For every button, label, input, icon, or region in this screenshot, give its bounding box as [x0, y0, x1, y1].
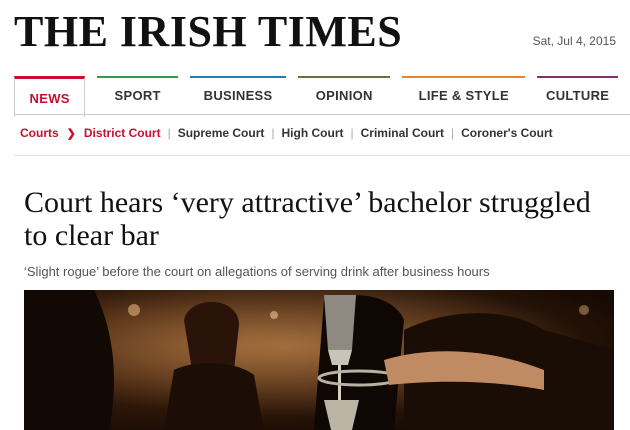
article-headline: Court hears ‘very attractive’ bachelor s… — [24, 186, 591, 252]
article-standfirst: ‘Slight rogue’ before the court on alleg… — [24, 264, 490, 279]
tab-business[interactable]: BUSINESS — [190, 76, 287, 114]
chevron-right-icon: ❯ — [66, 127, 76, 140]
tab-opinion[interactable]: OPINION — [298, 76, 391, 114]
bar-scene-illustration — [24, 290, 614, 430]
site-logo[interactable]: THE IRISH TIMES — [14, 10, 402, 54]
masthead: THE IRISH TIMES — [14, 4, 402, 60]
tab-sport[interactable]: SPORT — [97, 76, 179, 114]
separator: | — [350, 126, 354, 140]
separator: | — [271, 126, 275, 140]
subnav-coroners-court[interactable]: Coroner's Court — [461, 126, 553, 140]
subnav-high-court[interactable]: High Court — [282, 126, 344, 140]
nav-divider — [14, 114, 630, 115]
tab-life-style[interactable]: LIFE & STYLE — [402, 76, 526, 114]
breadcrumb-courts[interactable]: Courts — [20, 126, 59, 140]
subnav-divider — [14, 155, 630, 156]
separator: | — [167, 126, 171, 140]
header-date: Sat, Jul 4, 2015 — [532, 34, 616, 48]
tab-label: BUSINESS — [203, 87, 273, 103]
tab-label: NEWS — [29, 90, 70, 106]
main-nav: NEWS SPORT BUSINESS OPINION LIFE & STYLE… — [14, 76, 630, 117]
tab-label: CULTURE — [546, 87, 610, 103]
subnav-criminal-court[interactable]: Criminal Court — [361, 126, 444, 140]
breadcrumb-district-court[interactable]: District Court — [84, 126, 161, 140]
breadcrumb: Courts ❯ District Court | Supreme Court … — [20, 126, 553, 140]
tab-culture[interactable]: CULTURE — [537, 76, 619, 114]
subnav-supreme-court[interactable]: Supreme Court — [178, 126, 265, 140]
separator: | — [450, 126, 455, 140]
tab-news[interactable]: NEWS — [14, 76, 86, 117]
article-photo — [24, 290, 614, 430]
tab-label: OPINION — [315, 87, 373, 103]
tab-label: SPORT — [114, 87, 161, 103]
tab-label: LIFE & STYLE — [418, 87, 509, 103]
